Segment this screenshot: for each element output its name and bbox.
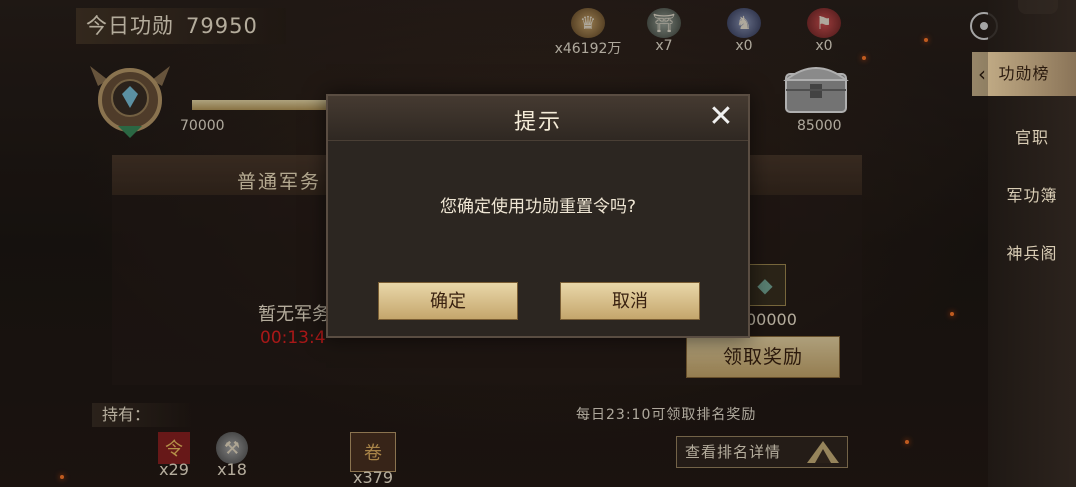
sidebar-item-label: 功勋榜 [998, 64, 1050, 83]
close-icon[interactable]: ✕ [704, 100, 738, 134]
sidebar-item-label: 神兵阁 [1006, 244, 1058, 263]
sidebar-item-label: 军功簿 [1006, 186, 1058, 205]
sidebar-item-merit-book[interactable]: 军功簿 [988, 182, 1076, 206]
confirm-button[interactable]: 确定 [378, 282, 518, 320]
sidebar-item-official-rank[interactable]: 官职 [988, 124, 1076, 148]
cancel-button[interactable]: 取消 [560, 282, 700, 320]
sidebar-item-label: 官职 [1014, 128, 1049, 147]
sidebar-item-divine-armory[interactable]: 神兵阁 [988, 240, 1076, 264]
dialog-message: 您确定使用功勋重置令吗? [439, 197, 637, 217]
confirm-dialog: 提示 ✕ 您确定使用功勋重置令吗? 确定 取消 [326, 94, 750, 338]
dialog-title: 提示 [513, 110, 562, 135]
right-sidebar: 功勋榜 官职 军功簿 神兵阁 [972, 0, 1076, 487]
